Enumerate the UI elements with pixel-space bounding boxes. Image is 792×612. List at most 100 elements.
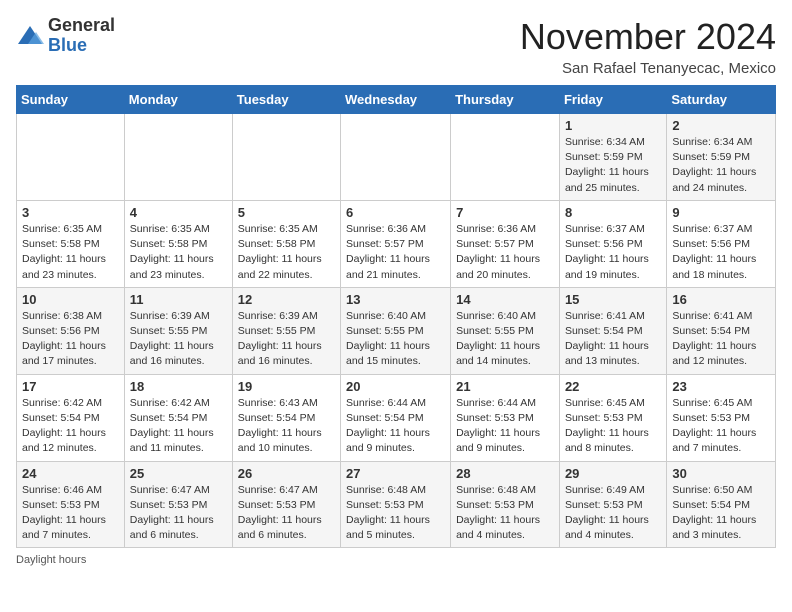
day-cell bbox=[17, 114, 125, 201]
column-header-thursday: Thursday bbox=[451, 86, 560, 114]
logo-general: General bbox=[48, 15, 115, 35]
calendar-body: 1 Sunrise: 6:34 AM Sunset: 5:59 PM Daylig… bbox=[17, 114, 776, 548]
day-info: Sunrise: 6:47 AM Sunset: 5:53 PM Dayligh… bbox=[238, 483, 335, 544]
day-number: 18 bbox=[130, 379, 227, 394]
day-info: Sunrise: 6:46 AM Sunset: 5:53 PM Dayligh… bbox=[22, 483, 119, 544]
day-cell: 25 Sunrise: 6:47 AM Sunset: 5:53 PM Dayli… bbox=[124, 461, 232, 548]
day-cell: 5 Sunrise: 6:35 AM Sunset: 5:58 PM Daylig… bbox=[232, 200, 340, 287]
day-info: Sunrise: 6:34 AM Sunset: 5:59 PM Dayligh… bbox=[565, 135, 661, 196]
day-number: 22 bbox=[565, 379, 661, 394]
day-cell: 22 Sunrise: 6:45 AM Sunset: 5:53 PM Dayli… bbox=[559, 374, 666, 461]
calendar-header: SundayMondayTuesdayWednesdayThursdayFrid… bbox=[17, 86, 776, 114]
day-info: Sunrise: 6:47 AM Sunset: 5:53 PM Dayligh… bbox=[130, 483, 227, 544]
column-header-tuesday: Tuesday bbox=[232, 86, 340, 114]
day-number: 5 bbox=[238, 205, 335, 220]
day-cell: 4 Sunrise: 6:35 AM Sunset: 5:58 PM Daylig… bbox=[124, 200, 232, 287]
day-info: Sunrise: 6:43 AM Sunset: 5:54 PM Dayligh… bbox=[238, 396, 335, 457]
column-header-wednesday: Wednesday bbox=[341, 86, 451, 114]
day-info: Sunrise: 6:35 AM Sunset: 5:58 PM Dayligh… bbox=[238, 222, 335, 283]
day-info: Sunrise: 6:37 AM Sunset: 5:56 PM Dayligh… bbox=[672, 222, 770, 283]
day-info: Sunrise: 6:48 AM Sunset: 5:53 PM Dayligh… bbox=[346, 483, 445, 544]
day-cell: 28 Sunrise: 6:48 AM Sunset: 5:53 PM Dayli… bbox=[451, 461, 560, 548]
day-cell: 14 Sunrise: 6:40 AM Sunset: 5:55 PM Dayli… bbox=[451, 287, 560, 374]
day-info: Sunrise: 6:48 AM Sunset: 5:53 PM Dayligh… bbox=[456, 483, 554, 544]
column-header-monday: Monday bbox=[124, 86, 232, 114]
day-number: 10 bbox=[22, 292, 119, 307]
day-cell: 11Sunrise: 6:39 AM Sunset: 5:55 PM Dayli… bbox=[124, 287, 232, 374]
day-number: 1 bbox=[565, 118, 661, 133]
day-cell: 16 Sunrise: 6:41 AM Sunset: 5:54 PM Dayli… bbox=[667, 287, 776, 374]
day-cell: 3Sunrise: 6:35 AM Sunset: 5:58 PM Daylig… bbox=[17, 200, 125, 287]
day-info: Sunrise: 6:41 AM Sunset: 5:54 PM Dayligh… bbox=[565, 309, 661, 370]
logo-icon bbox=[16, 22, 44, 50]
day-number: 9 bbox=[672, 205, 770, 220]
day-cell bbox=[232, 114, 340, 201]
footer-note: Daylight hours bbox=[16, 554, 776, 566]
day-number: 26 bbox=[238, 466, 335, 481]
week-row-4: 24Sunrise: 6:46 AM Sunset: 5:53 PM Dayli… bbox=[17, 461, 776, 548]
day-cell bbox=[451, 114, 560, 201]
day-number: 14 bbox=[456, 292, 554, 307]
month-title: November 2024 bbox=[520, 16, 776, 58]
day-cell: 21 Sunrise: 6:44 AM Sunset: 5:53 PM Dayli… bbox=[451, 374, 560, 461]
day-cell: 30Sunrise: 6:50 AM Sunset: 5:54 PM Dayli… bbox=[667, 461, 776, 548]
week-row-2: 10 Sunrise: 6:38 AM Sunset: 5:56 PM Dayli… bbox=[17, 287, 776, 374]
day-number: 17 bbox=[22, 379, 119, 394]
day-cell: 24Sunrise: 6:46 AM Sunset: 5:53 PM Dayli… bbox=[17, 461, 125, 548]
day-info: Sunrise: 6:49 AM Sunset: 5:53 PM Dayligh… bbox=[565, 483, 661, 544]
day-info: Sunrise: 6:37 AM Sunset: 5:56 PM Dayligh… bbox=[565, 222, 661, 283]
day-cell: 26 Sunrise: 6:47 AM Sunset: 5:53 PM Dayli… bbox=[232, 461, 340, 548]
day-cell: 19Sunrise: 6:43 AM Sunset: 5:54 PM Dayli… bbox=[232, 374, 340, 461]
day-info: Sunrise: 6:42 AM Sunset: 5:54 PM Dayligh… bbox=[22, 396, 119, 457]
day-cell: 2 Sunrise: 6:34 AM Sunset: 5:59 PM Daylig… bbox=[667, 114, 776, 201]
day-info: Sunrise: 6:39 AM Sunset: 5:55 PM Dayligh… bbox=[238, 309, 335, 370]
day-info: Sunrise: 6:45 AM Sunset: 5:53 PM Dayligh… bbox=[672, 396, 770, 457]
day-cell bbox=[341, 114, 451, 201]
day-info: Sunrise: 6:42 AM Sunset: 5:54 PM Dayligh… bbox=[130, 396, 227, 457]
week-row-1: 3Sunrise: 6:35 AM Sunset: 5:58 PM Daylig… bbox=[17, 200, 776, 287]
title-area: November 2024 San Rafael Tenanyecac, Mex… bbox=[520, 16, 776, 77]
day-info: Sunrise: 6:44 AM Sunset: 5:53 PM Dayligh… bbox=[456, 396, 554, 457]
day-number: 25 bbox=[130, 466, 227, 481]
column-header-friday: Friday bbox=[559, 86, 666, 114]
day-number: 4 bbox=[130, 205, 227, 220]
header: General Blue November 2024 San Rafael Te… bbox=[16, 16, 776, 77]
day-cell: 17 Sunrise: 6:42 AM Sunset: 5:54 PM Dayli… bbox=[17, 374, 125, 461]
day-number: 28 bbox=[456, 466, 554, 481]
day-cell: 7 Sunrise: 6:36 AM Sunset: 5:57 PM Daylig… bbox=[451, 200, 560, 287]
day-number: 27 bbox=[346, 466, 445, 481]
column-header-saturday: Saturday bbox=[667, 86, 776, 114]
day-number: 21 bbox=[456, 379, 554, 394]
day-cell bbox=[124, 114, 232, 201]
logo-text: General Blue bbox=[48, 16, 115, 56]
day-number: 23 bbox=[672, 379, 770, 394]
day-cell: 13Sunrise: 6:40 AM Sunset: 5:55 PM Dayli… bbox=[341, 287, 451, 374]
day-number: 20 bbox=[346, 379, 445, 394]
day-info: Sunrise: 6:45 AM Sunset: 5:53 PM Dayligh… bbox=[565, 396, 661, 457]
day-info: Sunrise: 6:40 AM Sunset: 5:55 PM Dayligh… bbox=[346, 309, 445, 370]
day-number: 30 bbox=[672, 466, 770, 481]
day-number: 7 bbox=[456, 205, 554, 220]
week-row-3: 17 Sunrise: 6:42 AM Sunset: 5:54 PM Dayli… bbox=[17, 374, 776, 461]
day-number: 29 bbox=[565, 466, 661, 481]
day-number: 8 bbox=[565, 205, 661, 220]
day-info: Sunrise: 6:36 AM Sunset: 5:57 PM Dayligh… bbox=[456, 222, 554, 283]
day-number: 2 bbox=[672, 118, 770, 133]
day-number: 15 bbox=[565, 292, 661, 307]
day-info: Sunrise: 6:35 AM Sunset: 5:58 PM Dayligh… bbox=[130, 222, 227, 283]
day-info: Sunrise: 6:40 AM Sunset: 5:55 PM Dayligh… bbox=[456, 309, 554, 370]
day-number: 11 bbox=[130, 292, 227, 307]
day-cell: 1 Sunrise: 6:34 AM Sunset: 5:59 PM Daylig… bbox=[559, 114, 666, 201]
day-number: 16 bbox=[672, 292, 770, 307]
day-info: Sunrise: 6:38 AM Sunset: 5:56 PM Dayligh… bbox=[22, 309, 119, 370]
day-info: Sunrise: 6:34 AM Sunset: 5:59 PM Dayligh… bbox=[672, 135, 770, 196]
day-cell: 15 Sunrise: 6:41 AM Sunset: 5:54 PM Dayli… bbox=[559, 287, 666, 374]
day-cell: 10 Sunrise: 6:38 AM Sunset: 5:56 PM Dayli… bbox=[17, 287, 125, 374]
day-cell: 18 Sunrise: 6:42 AM Sunset: 5:54 PM Dayli… bbox=[124, 374, 232, 461]
day-info: Sunrise: 6:41 AM Sunset: 5:54 PM Dayligh… bbox=[672, 309, 770, 370]
day-cell: 27 Sunrise: 6:48 AM Sunset: 5:53 PM Dayli… bbox=[341, 461, 451, 548]
day-cell: 8 Sunrise: 6:37 AM Sunset: 5:56 PM Daylig… bbox=[559, 200, 666, 287]
day-number: 12 bbox=[238, 292, 335, 307]
day-cell: 12 Sunrise: 6:39 AM Sunset: 5:55 PM Dayli… bbox=[232, 287, 340, 374]
day-cell: 9 Sunrise: 6:37 AM Sunset: 5:56 PM Daylig… bbox=[667, 200, 776, 287]
